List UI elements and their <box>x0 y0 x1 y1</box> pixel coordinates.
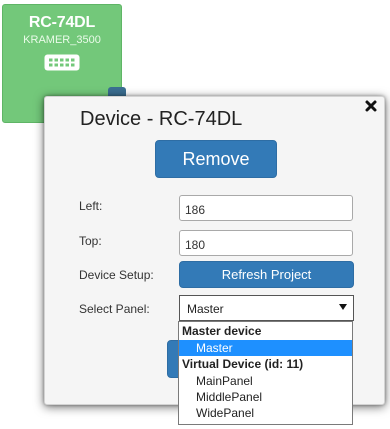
keypad-icon <box>44 54 80 71</box>
device-tile-subtitle: KRAMER_3500 <box>23 34 101 46</box>
device-tile-title: RC-74DL <box>28 14 96 31</box>
refresh-project-button[interactable]: Refresh Project <box>179 261 354 288</box>
panel-select[interactable]: Master <box>179 295 354 321</box>
select-panel-label: Select Panel: <box>79 302 150 316</box>
dropdown-option-widepanel[interactable]: WidePanel <box>179 405 352 421</box>
canvas: RC-74DL KRAMER_3500 Device - RC-74DL Rem… <box>0 0 390 429</box>
panel-select-value: Master <box>187 302 224 316</box>
remove-button[interactable]: Remove <box>155 140 277 178</box>
dropdown-option-middlepanel[interactable]: MiddlePanel <box>179 389 352 405</box>
dropdown-group-label: Master device <box>182 324 262 338</box>
dropdown-option-master[interactable]: Master <box>179 340 352 356</box>
dropdown-option-mainpanel[interactable]: MainPanel <box>179 373 352 389</box>
left-label: Left: <box>79 199 103 213</box>
top-label: Top: <box>79 234 102 248</box>
dropdown-arrow-icon <box>339 304 347 310</box>
close-icon[interactable] <box>363 98 379 114</box>
top-input[interactable] <box>179 230 353 256</box>
left-input[interactable] <box>179 195 353 221</box>
panel-dropdown-list: Master device Master Virtual Device (id:… <box>178 321 353 425</box>
dropdown-group-label: Virtual Device (id: 11) <box>182 357 304 371</box>
device-setup-label: Device Setup: <box>79 268 154 282</box>
dialog-title: Device - RC-74DL <box>80 108 243 130</box>
